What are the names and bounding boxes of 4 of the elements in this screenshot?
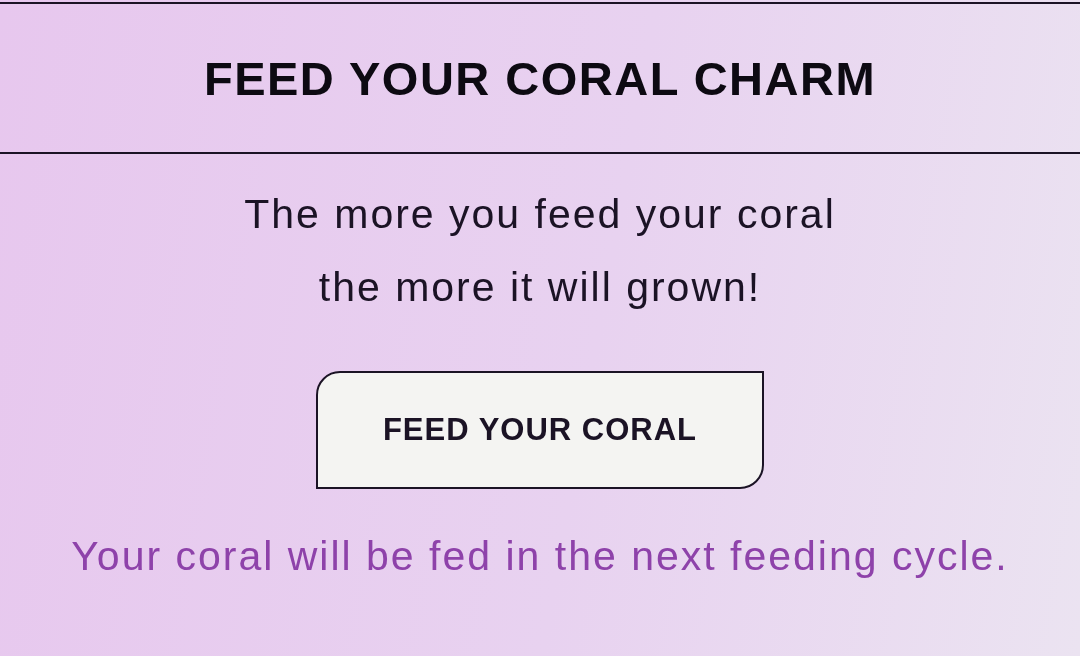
page-title: FEED YOUR CORAL CHARM: [203, 54, 877, 102]
status-message: Your coral will be fed in the next feeding cycle.: [71, 533, 1009, 579]
feed-button[interactable]: FEED YOUR CORAL: [316, 371, 764, 489]
intro-text: The more you feed your coral the more it will grown!: [244, 190, 836, 312]
